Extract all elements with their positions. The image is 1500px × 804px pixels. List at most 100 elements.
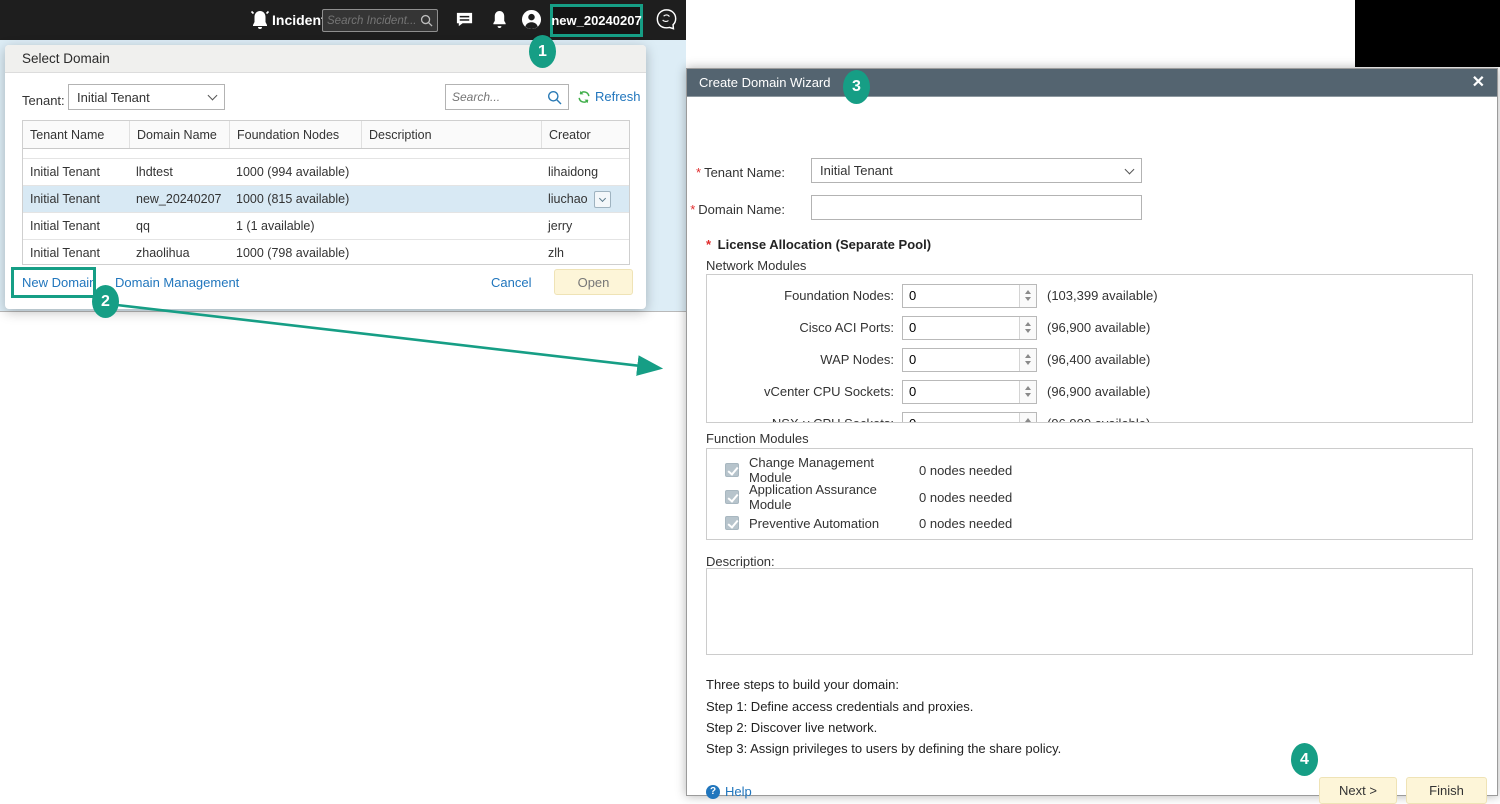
netbrain-head-icon[interactable] [653,7,680,39]
nsx-v-cpu-sockets-input[interactable] [903,416,1015,422]
description-textarea[interactable] [706,568,1473,655]
domain-name-input[interactable] [820,200,1133,215]
vcenter-cpu-sockets-label: vCenter CPU Sockets: [763,384,894,399]
application-assurance-module-label: Application Assurance Module [749,482,877,512]
vcenter-cpu-sockets-input[interactable] [903,384,1015,399]
cell-nodes: 1000 (815 available) [236,192,350,206]
domain-search-input[interactable] [452,90,547,104]
spinner-arrows-icon[interactable] [1019,316,1036,339]
col-foundation-nodes[interactable]: Foundation Nodes [229,121,361,148]
cell-domain: qq [136,219,150,233]
cell-domain: lhdtest [136,165,173,179]
spinner-arrows-icon[interactable] [1019,412,1036,422]
open-button[interactable]: Open [554,269,633,295]
annotation-step-3: 3 [843,70,870,104]
license-allocation-title: License Allocation (Separate Pool) [717,237,932,252]
domain-table-header: Tenant Name Domain Name Foundation Nodes… [23,121,629,149]
cell-creator: lihaidong [548,165,599,179]
step-1: Step 1: Define access credentials and pr… [706,699,974,714]
foundation-nodes-label: Foundation Nodes: [784,288,894,303]
col-domain-name[interactable]: Domain Name [129,121,229,148]
tenant-select[interactable]: Initial Tenant [68,84,225,110]
search-icon [420,14,433,27]
incident-search-input[interactable] [327,14,420,27]
spinner-arrows-icon[interactable] [1019,284,1036,307]
foundation-nodes-stepper[interactable] [902,283,1037,308]
domain-search-box[interactable] [445,84,569,110]
nsx-v-cpu-sockets-available: (96,900 available) [1047,416,1150,422]
domain-name-label: Domain Name: [698,202,785,217]
foundation-nodes-available: (103,399 available) [1047,288,1158,303]
user-avatar-icon[interactable] [521,9,542,35]
change-management-module-label: Change Management Module [749,455,875,485]
chat-icon[interactable] [455,10,474,34]
chevron-down-icon [1124,164,1135,174]
nsx-v-cpu-sockets-stepper[interactable] [902,411,1037,422]
table-row-selected[interactable]: Initial Tenant new_20240207 1000 (815 av… [23,186,629,213]
spinner-arrows-icon[interactable] [1019,380,1036,403]
scrolled-row-fragment: 1000 (990 available) [23,149,629,159]
chevron-down-icon [207,90,218,101]
cell-nodes: 1 (1 available) [236,219,315,233]
wizard-domain-name-field[interactable] [811,195,1142,220]
refresh-button[interactable]: Refresh [577,89,641,104]
col-tenant-name[interactable]: Tenant Name [23,128,129,142]
wap-nodes-stepper[interactable] [902,347,1037,372]
steps-intro: Three steps to build your domain: [706,677,899,692]
next-button[interactable]: Next > [1319,777,1397,804]
cell-creator: jerry [548,219,573,233]
select-domain-dialog: Select Domain Tenant: Initial Tenant Ref… [5,45,646,309]
annotation-box-new-domain [11,267,96,298]
tenant-label: Tenant: [22,93,65,108]
required-asterisk: * [690,202,696,217]
col-description[interactable]: Description [361,121,541,148]
help-link[interactable]: ? Help [706,784,752,799]
close-icon[interactable]: ✕ [1472,74,1485,91]
checkbox-checked-icon[interactable] [725,463,739,477]
wizard-titlebar: Create Domain Wizard ✕ [687,69,1497,97]
cell-tenant: Initial Tenant [30,165,100,179]
cisco-aci-ports-stepper[interactable] [902,315,1037,340]
blackout-rectangle [1355,0,1500,67]
bell-icon[interactable] [491,10,508,34]
required-asterisk: * [696,165,702,180]
wap-nodes-input[interactable] [903,352,1015,367]
wizard-tenant-select[interactable]: Initial Tenant [811,158,1142,183]
foundation-nodes-input[interactable] [903,288,1015,303]
col-creator[interactable]: Creator [541,121,621,148]
finish-button[interactable]: Finish [1406,777,1487,804]
row-actions-dropdown[interactable] [593,190,611,208]
wap-nodes-available: (96,400 available) [1047,352,1151,367]
checkbox-checked-icon[interactable] [725,516,739,530]
incident-menu-label[interactable]: Incident [272,12,326,28]
tenant-select-value: Initial Tenant [77,89,150,105]
spinner-arrows-icon[interactable] [1019,348,1036,371]
current-domain-badge[interactable]: new_20240207 [550,4,643,37]
table-row[interactable]: Initial Tenant qq 1 (1 available) jerry [23,213,629,240]
cell-tenant: Initial Tenant [30,219,100,233]
cell-tenant: Initial Tenant [30,246,100,260]
step-2: Step 2: Discover live network. [706,720,878,735]
vcenter-cpu-sockets-stepper[interactable] [902,379,1037,404]
function-modules-box: Change Management Module 0 nodes needed … [706,448,1473,540]
domain-management-link[interactable]: Domain Management [115,275,239,290]
refresh-icon [578,90,590,103]
table-row[interactable]: Initial Tenant lhdtest 1000 (994 availab… [23,159,629,186]
table-row[interactable]: Initial Tenant zhaolihua 1000 (798 avail… [23,240,629,264]
search-icon [548,90,562,104]
change-management-module-status: 0 nodes needed [919,462,1013,478]
checkbox-checked-icon[interactable] [725,490,739,504]
cell-tenant: Initial Tenant [30,192,100,206]
incident-alarm-icon [250,9,270,36]
create-domain-wizard-dialog: Create Domain Wizard ✕ * Tenant Name: Ini… [686,68,1498,804]
domain-table: Tenant Name Domain Name Foundation Nodes… [22,120,630,265]
cell-domain: new_20240207 [136,192,222,206]
wizard-tenant-value: Initial Tenant [820,163,893,178]
required-asterisk: * [706,237,715,252]
incident-search-box[interactable] [322,9,438,32]
cell-creator: liuchao [548,192,588,206]
cancel-button[interactable]: Cancel [491,275,531,290]
screen: Incident new_20240207 Select Domain Tena… [0,0,1500,804]
cell-nodes: 1000 (994 available) [236,165,350,179]
cisco-aci-ports-input[interactable] [903,320,1015,335]
